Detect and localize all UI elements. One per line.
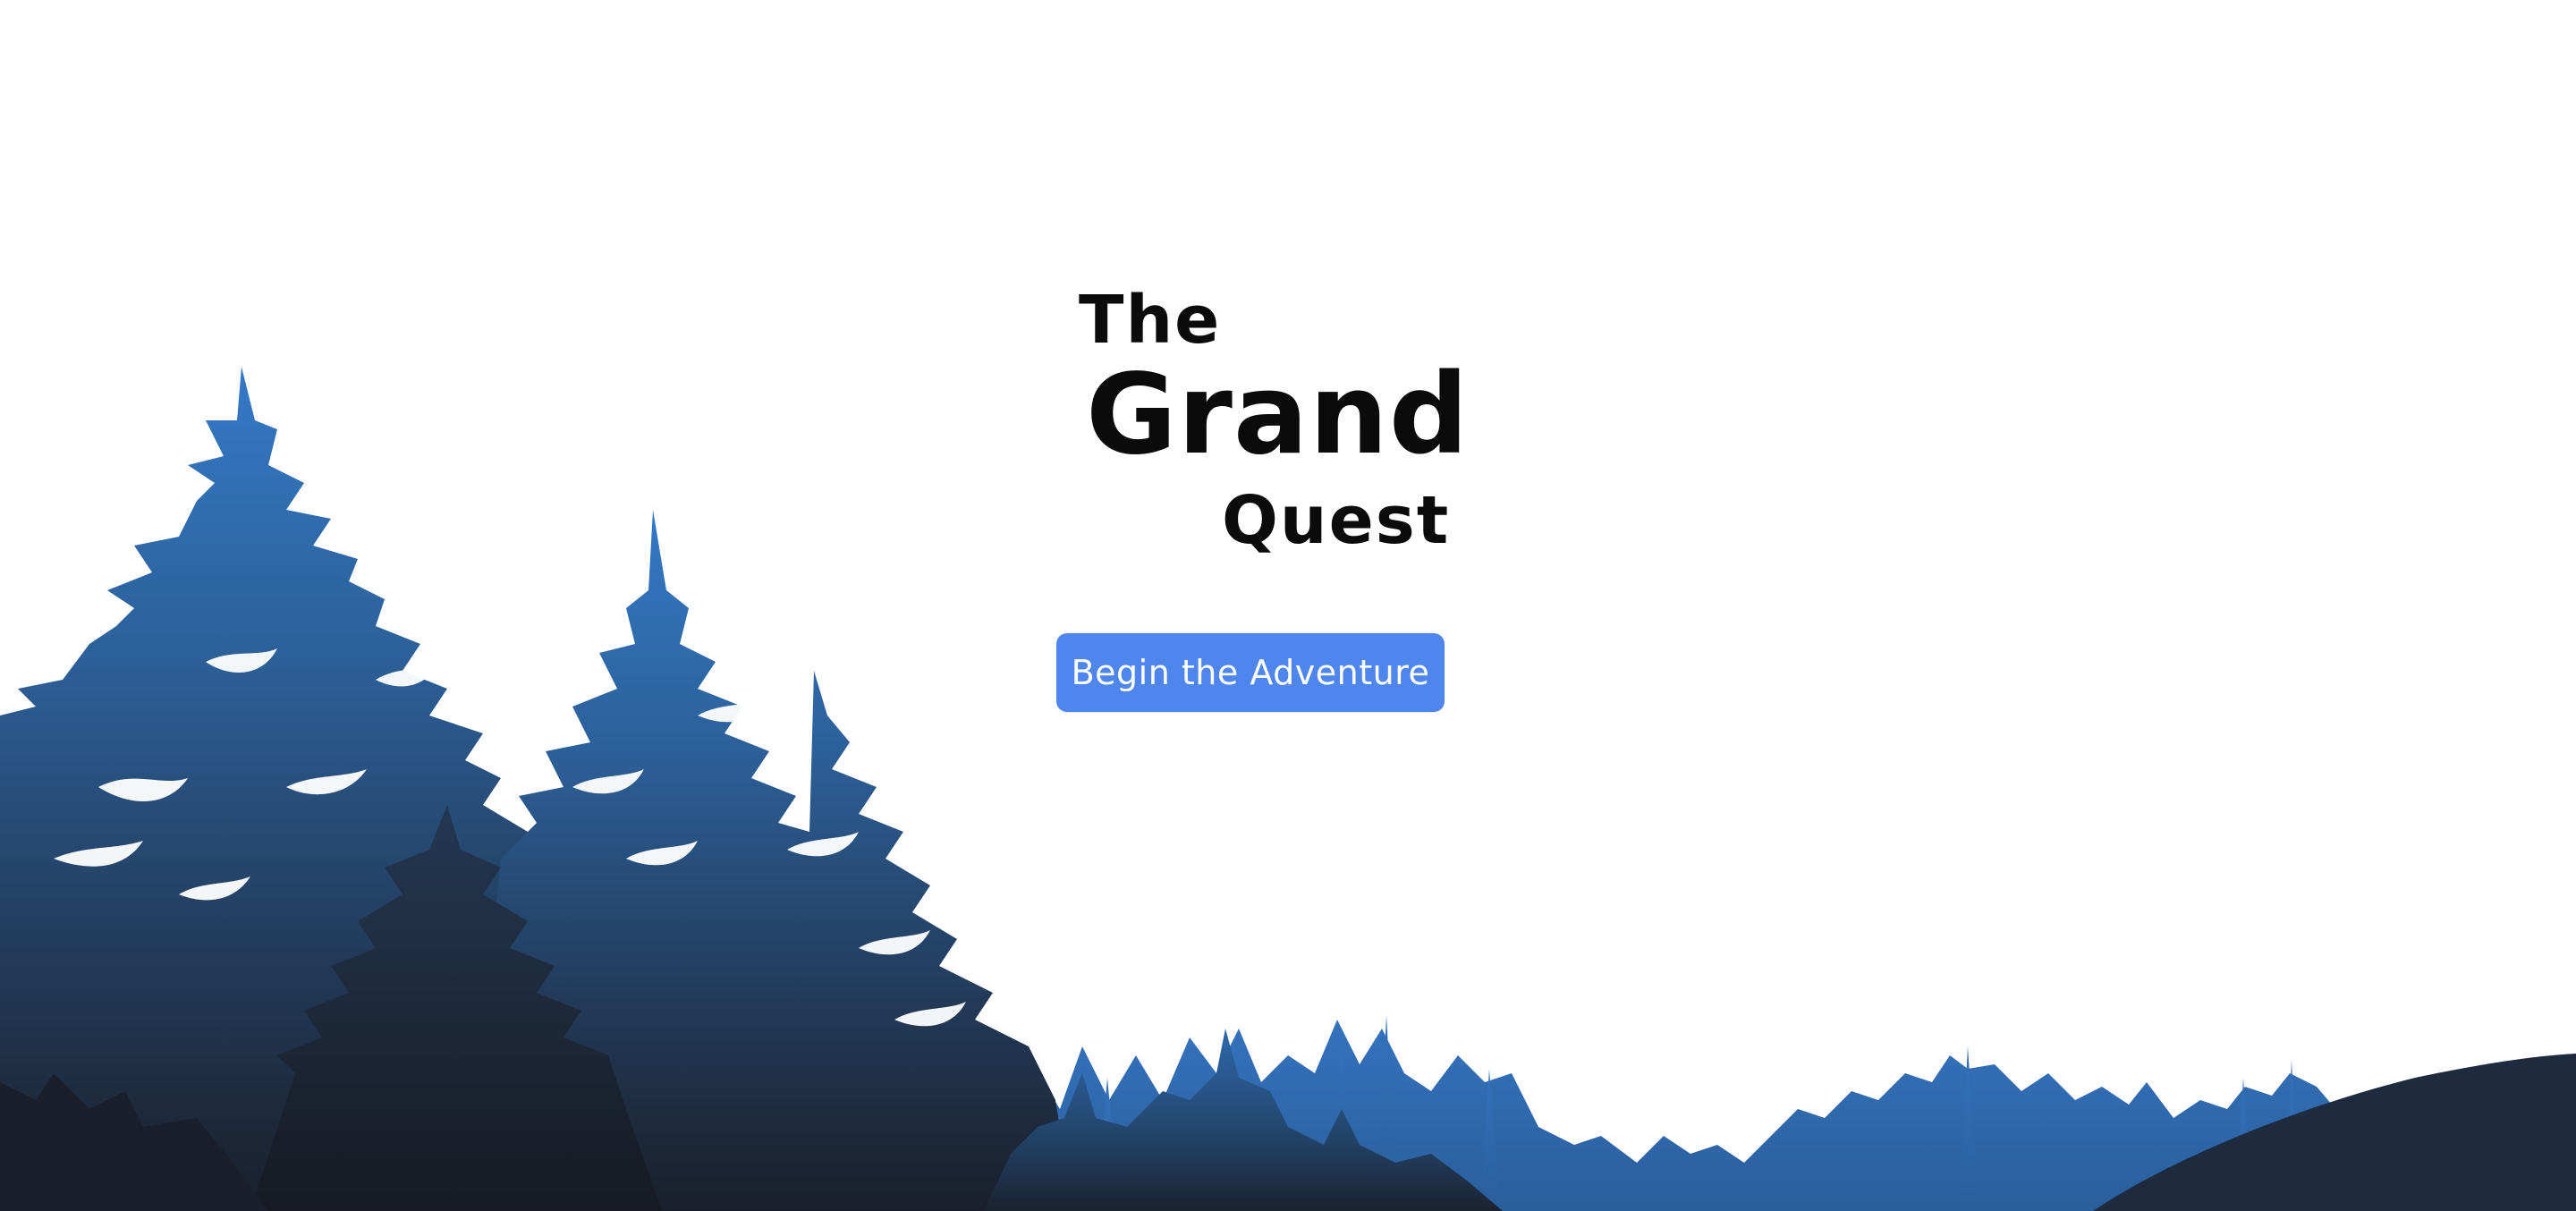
- title-line-grand: Grand: [1086, 351, 1470, 479]
- title-line-quest: Quest: [1222, 482, 1451, 559]
- landing-page: The Grand Quest Begin the Adventure: [0, 0, 2576, 1211]
- game-title: The Grand Quest: [1073, 282, 1469, 571]
- title-line-the: The: [1079, 282, 1222, 359]
- begin-adventure-button[interactable]: Begin the Adventure: [1056, 633, 1445, 712]
- forest-illustration: [0, 367, 2576, 1211]
